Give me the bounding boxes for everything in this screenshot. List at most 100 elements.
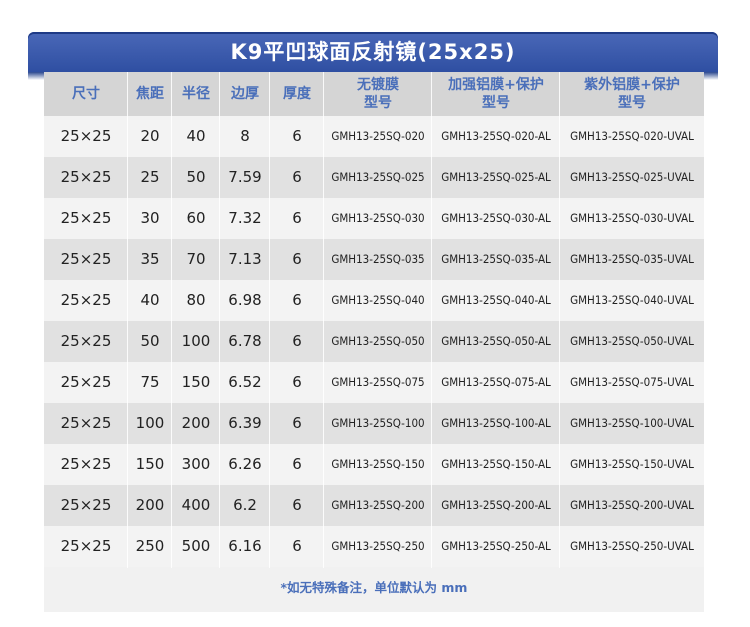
table-cell: 6.78 <box>228 332 262 350</box>
table-cell: 80 <box>186 291 206 309</box>
table-row: 25×25 40 80 6.98 6 GMH13-25SQ-040 GMH13-25SQ-0… <box>44 280 704 321</box>
header-line2: 型号 <box>618 95 646 111</box>
table-cell: 500 <box>181 537 211 555</box>
table-cell: 25×25 <box>60 373 112 391</box>
table-cell: GMH13-25SQ-020 <box>331 129 425 143</box>
table-cell: GMH13-25SQ-250 <box>331 539 425 553</box>
table-cell: 35 <box>140 250 160 268</box>
table-cell: GMH13-25SQ-025-UVAL <box>570 170 694 184</box>
table-cell: 8 <box>240 127 250 145</box>
table-cell: GMH13-25SQ-050-UVAL <box>570 334 694 348</box>
table-cell: GMH13-25SQ-075 <box>331 375 425 389</box>
table-cell: 25×25 <box>60 250 112 268</box>
table-cell: GMH13-25SQ-200 <box>331 498 425 512</box>
page-title: K9平凹球面反射镜(25x25) <box>230 40 516 64</box>
table-cell: 50 <box>140 332 160 350</box>
table-cell: 70 <box>186 250 206 268</box>
table-cell: 30 <box>140 209 160 227</box>
table-cell: 75 <box>140 373 160 391</box>
table-cell: 150 <box>135 455 165 473</box>
table-cell: GMH13-25SQ-040-UVAL <box>570 293 694 307</box>
table-header: 尺寸 焦距 半径 边厚 厚度 无镀膜 型号 加强铝膜+保护 型号 紫外铝膜+保护 型号 <box>44 72 704 116</box>
header-cell: 厚度 <box>270 72 324 116</box>
header-line1: 焦距 <box>136 86 164 102</box>
table-cell: 7.59 <box>228 168 262 186</box>
column-divider <box>127 72 128 568</box>
header-line1: 尺寸 <box>72 86 100 102</box>
header-line2: 型号 <box>364 95 392 111</box>
column-divider <box>219 72 220 568</box>
table-cell: 60 <box>186 209 206 227</box>
table-cell: GMH13-25SQ-050 <box>331 334 425 348</box>
table-cell: 6 <box>292 168 302 186</box>
header-cell: 无镀膜 型号 <box>324 72 432 116</box>
table-cell: 6.26 <box>228 455 262 473</box>
table-row: 25×25 250 500 6.16 6 GMH13-25SQ-250 GMH13-25SQ… <box>44 526 704 567</box>
table-cell: 25×25 <box>60 455 112 473</box>
table-cell: GMH13-25SQ-040 <box>331 293 425 307</box>
table-cell: 6 <box>292 291 302 309</box>
table-cell: 50 <box>186 168 206 186</box>
table-cell: 6.98 <box>228 291 262 309</box>
table-cell: GMH13-25SQ-075-UVAL <box>570 375 694 389</box>
table-cell: GMH13-25SQ-025 <box>331 170 425 184</box>
table-cell: GMH13-25SQ-200-UVAL <box>570 498 694 512</box>
table-cell: 6 <box>292 455 302 473</box>
table-cell: GMH13-25SQ-100-UVAL <box>570 416 694 430</box>
column-divider <box>323 72 324 568</box>
table-cell: 6.39 <box>228 414 262 432</box>
table-cell: GMH13-25SQ-035-UVAL <box>570 252 694 266</box>
table-cell: 6 <box>292 209 302 227</box>
footnote: *如无特殊备注，单位默认为 mm <box>280 580 468 595</box>
table-cell: GMH13-25SQ-030-UVAL <box>570 211 694 225</box>
table-cell: 6 <box>292 127 302 145</box>
header-line1: 无镀膜 <box>357 77 399 93</box>
header-cell: 半径 <box>172 72 220 116</box>
table-cell: GMH13-25SQ-030 <box>331 211 425 225</box>
table-cell: 6 <box>292 373 302 391</box>
header-cell: 加强铝膜+保护 型号 <box>432 72 560 116</box>
table-row: 25×25 30 60 7.32 6 GMH13-25SQ-030 GMH13-25SQ-0… <box>44 198 704 239</box>
table-cell: 7.13 <box>228 250 262 268</box>
table-cell: 6 <box>292 332 302 350</box>
table-row: 25×25 100 200 6.39 6 GMH13-25SQ-100 GMH13-25SQ… <box>44 403 704 444</box>
table-row: 25×25 25 50 7.59 6 GMH13-25SQ-025 GMH13-25SQ-0… <box>44 157 704 198</box>
table-row: 25×25 75 150 6.52 6 GMH13-25SQ-075 GMH13-25SQ-… <box>44 362 704 403</box>
header-cell: 焦距 <box>128 72 172 116</box>
column-divider <box>559 72 560 568</box>
table-cell: 6 <box>292 414 302 432</box>
table-row: 25×25 20 40 8 6 GMH13-25SQ-020 GMH13-25SQ-020-… <box>44 116 704 157</box>
header-line1: 半径 <box>182 86 210 102</box>
header-cell: 边厚 <box>220 72 270 116</box>
table-cell: 25×25 <box>60 537 112 555</box>
column-divider <box>431 72 432 568</box>
table-cell: 25×25 <box>60 414 112 432</box>
column-divider <box>269 72 270 568</box>
table-cell: 40 <box>140 291 160 309</box>
header-line1: 加强铝膜+保护 <box>448 77 544 93</box>
table-cell: GMH13-25SQ-075-AL <box>441 375 551 389</box>
table-cell: GMH13-25SQ-030-AL <box>441 211 551 225</box>
table-cell: 6.2 <box>233 496 257 514</box>
table-cell: 25×25 <box>60 168 112 186</box>
table-cell: 300 <box>181 455 211 473</box>
table-cell: 200 <box>135 496 165 514</box>
table-row: 25×25 150 300 6.26 6 GMH13-25SQ-150 GMH13-25SQ… <box>44 444 704 485</box>
table-cell: 6 <box>292 537 302 555</box>
table-cell: GMH13-25SQ-035 <box>331 252 425 266</box>
table-cell: 40 <box>186 127 206 145</box>
table-cell: GMH13-25SQ-150-UVAL <box>570 457 694 471</box>
table-cell: 100 <box>135 414 165 432</box>
table-cell: 6 <box>292 496 302 514</box>
column-divider <box>171 72 172 568</box>
table-cell: GMH13-25SQ-150 <box>331 457 425 471</box>
table-cell: 20 <box>140 127 160 145</box>
table-cell: 6.52 <box>228 373 262 391</box>
table-row: 25×25 35 70 7.13 6 GMH13-25SQ-035 GMH13-25SQ-0… <box>44 239 704 280</box>
table-cell: GMH13-25SQ-100-AL <box>441 416 551 430</box>
table-cell: GMH13-25SQ-020-UVAL <box>570 129 694 143</box>
table-cell: 6 <box>292 250 302 268</box>
table-row: 25×25 200 400 6.2 6 GMH13-25SQ-200 GMH13-25SQ-… <box>44 485 704 526</box>
table-cell: GMH13-25SQ-250-AL <box>441 539 551 553</box>
header-cell: 尺寸 <box>44 72 128 116</box>
